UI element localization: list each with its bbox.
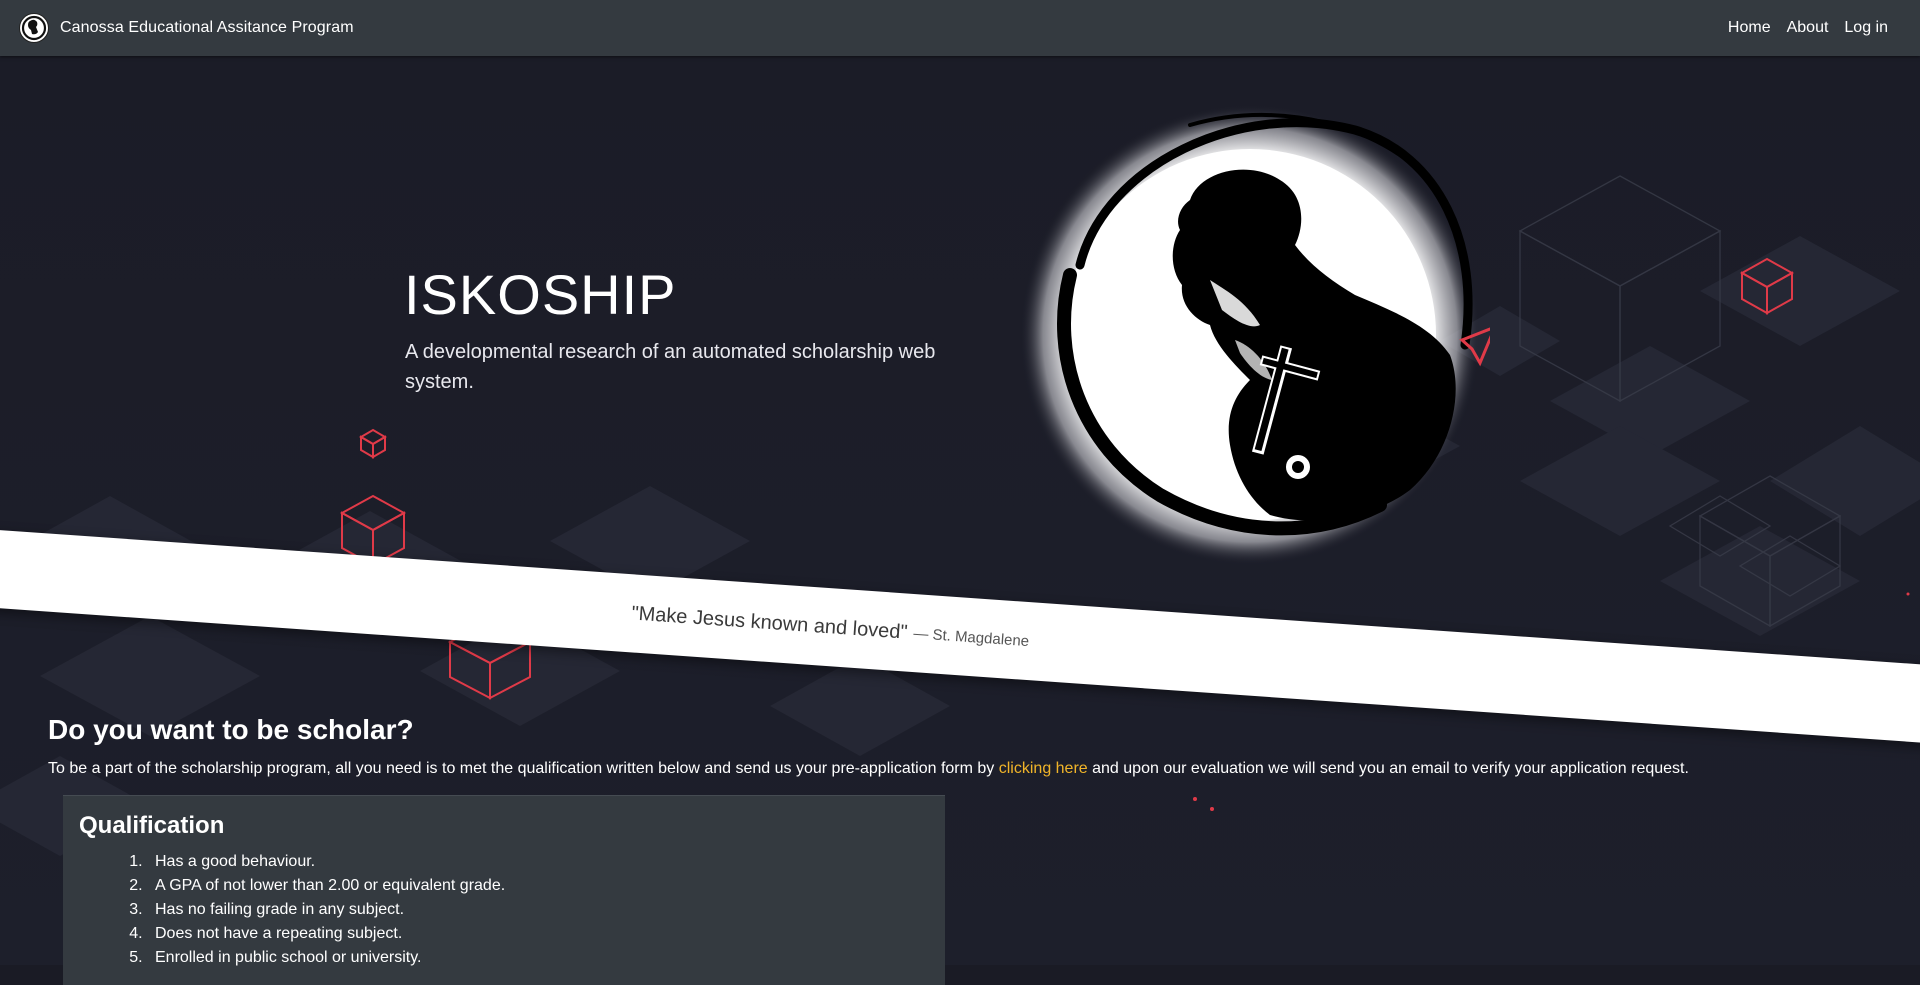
hero-subtitle: A developmental research of an automated…	[405, 341, 936, 393]
qualification-item: Has no failing grade in any subject.	[147, 898, 929, 922]
scholar-section: Do you want to be scholar? To be a part …	[48, 714, 1878, 780]
canossa-logo-icon	[19, 13, 49, 43]
qualification-title: Qualification	[79, 812, 225, 839]
nav-login-link[interactable]: Log in	[1836, 11, 1896, 45]
pre-application-link[interactable]: clicking here	[999, 760, 1088, 777]
qualification-item: Has a good behaviour.	[147, 850, 929, 874]
scholar-description: To be a part of the scholarship program,…	[48, 758, 1878, 780]
brand-link[interactable]: Canossa Educational Assitance Program	[18, 12, 354, 44]
scholar-heading: Do you want to be scholar?	[48, 714, 414, 745]
nav-links: Home About Log in	[1720, 11, 1896, 45]
quote-text: "Make Jesus known and loved"	[630, 601, 909, 644]
qualification-card: Qualification Has a good behaviour. A GP…	[63, 795, 945, 985]
qualification-item: Does not have a repeating subject.	[147, 922, 929, 946]
scholar-text-after: and upon our evaluation we will send you…	[1087, 760, 1689, 777]
quote-author: — St. Magdalene	[912, 624, 1030, 650]
hero-title: ISKOSHIP	[404, 263, 677, 326]
qualification-list: Has a good behaviour. A GPA of not lower…	[79, 850, 929, 970]
brand-title: Canossa Educational Assitance Program	[60, 19, 354, 36]
qualification-item: A GPA of not lower than 2.00 or equivale…	[147, 874, 929, 898]
scholar-text-before: To be a part of the scholarship program,…	[48, 760, 999, 777]
nav-home-link[interactable]: Home	[1720, 11, 1779, 45]
nav-about-link[interactable]: About	[1779, 11, 1837, 45]
navbar: Canossa Educational Assitance Program Ho…	[0, 0, 1920, 56]
qualification-item: Enrolled in public school or university.	[147, 946, 929, 970]
st-magdalene-emblem-icon	[1020, 105, 1490, 565]
